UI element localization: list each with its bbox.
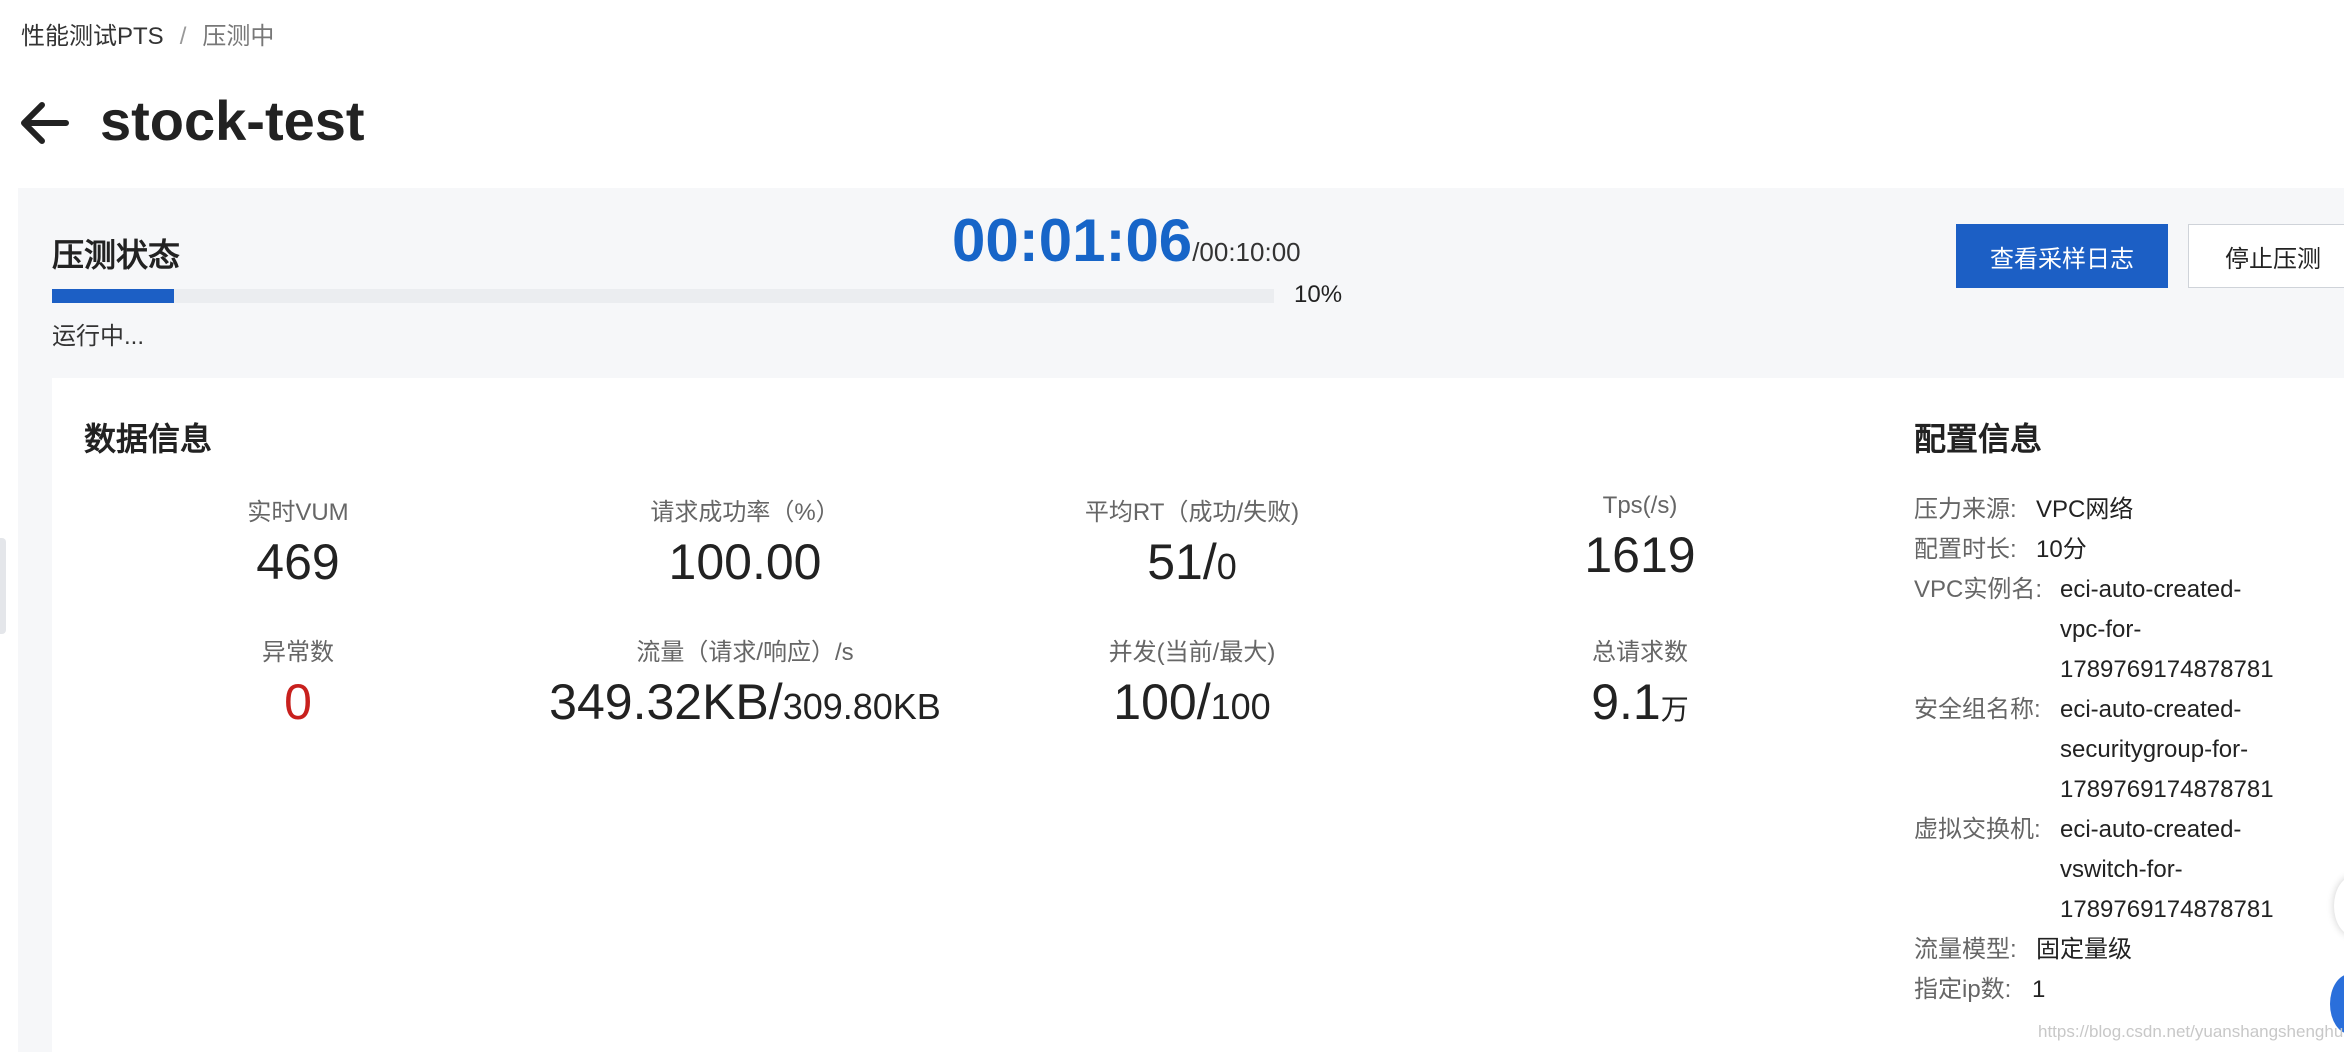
metric-label: 异常数 (262, 639, 334, 666)
metric-errors: 异常数 0 (78, 632, 518, 731)
config-value: 1 (2032, 976, 2046, 1003)
breadcrumb: 性能测试PTS / 压测中 (21, 16, 274, 51)
metric-value: 0 (284, 674, 312, 730)
arrow-left-icon (21, 102, 69, 144)
config-row-traffic-model: 流量模型: 固定量级 (1914, 930, 2132, 970)
elapsed-time: 00:01:06 (952, 207, 1193, 274)
metric-label: Tps(/s) (1602, 492, 1678, 519)
config-label: VPC实例名: (1914, 576, 2043, 603)
side-collapse-tab[interactable] (0, 538, 6, 634)
config-value: 固定量级 (2036, 936, 2132, 963)
config-row-vswitch: 虚拟交换机: eci-auto-created-vswitch-for- 17897… (1914, 810, 2274, 930)
metric-value: 9.1万 (1591, 674, 1689, 730)
metric-traffic: 流量（请求/响应）/s 349.32KB/309.80KB (525, 632, 965, 736)
metric-value: 349.32KB/309.80KB (549, 674, 941, 730)
metric-value: 1619 (1584, 527, 1696, 583)
config-value: eci-auto-created-securitygroup-for- 17897… (2060, 696, 2274, 803)
config-value: VPC网络 (2036, 496, 2134, 523)
timer: 00:01:06/00:10:00 (952, 206, 1301, 275)
view-sample-log-button[interactable]: 查看采样日志 (1956, 224, 2168, 288)
config-value: eci-auto-created-vpc-for- 178976917487878… (2060, 576, 2274, 683)
metric-avg-rt: 平均RT（成功/失败) 51/0 (972, 492, 1412, 596)
config-row-duration: 配置时长: 10分 (1914, 530, 2087, 570)
config-label: 压力来源: (1914, 496, 2017, 523)
config-label: 配置时长: (1914, 536, 2017, 563)
metric-concurrency: 并发(当前/最大) 100/100 (972, 632, 1412, 736)
stop-test-button[interactable]: 停止压测 (2188, 224, 2344, 288)
metric-tps: Tps(/s) 1619 (1420, 492, 1860, 584)
config-row-security-group: 安全组名称: eci-auto-created-securitygroup-for… (1914, 690, 2274, 810)
metric-value: 469 (256, 534, 340, 590)
run-status: 运行中... (52, 323, 145, 350)
metric-total-requests: 总请求数 9.1万 (1420, 632, 1860, 739)
status-title: 压测状态 (52, 237, 181, 273)
config-label: 虚拟交换机: (1914, 816, 2041, 843)
config-row-source: 压力来源: VPC网络 (1914, 490, 2133, 530)
metric-vum: 实时VUM 469 (78, 492, 518, 591)
breadcrumb-root[interactable]: 性能测试PTS (21, 23, 164, 50)
data-info-title: 数据信息 (84, 421, 213, 457)
page-title: stock-test (100, 89, 365, 152)
back-button[interactable] (16, 95, 72, 151)
breadcrumb-current: 压测中 (202, 23, 275, 50)
metric-label: 平均RT（成功/失败) (1084, 499, 1300, 526)
config-label: 指定ip数: (1914, 976, 2012, 1003)
metric-label: 请求成功率（%） (650, 499, 840, 526)
progress-percent: 10% (1294, 281, 1343, 308)
config-label: 流量模型: (1914, 936, 2017, 963)
metric-label: 实时VUM (247, 499, 349, 526)
config-row-vpc: VPC实例名: eci-auto-created-vpc-for- 17897691… (1914, 570, 2274, 690)
config-value: eci-auto-created-vswitch-for- 17897691748… (2060, 816, 2274, 923)
metric-label: 流量（请求/响应）/s (636, 639, 854, 666)
metric-value: 100/100 (1113, 674, 1271, 730)
config-row-ip-count: 指定ip数: 1 (1914, 970, 2045, 1010)
config-info-title: 配置信息 (1914, 421, 2043, 457)
config-label: 安全组名称: (1914, 696, 2041, 723)
metric-value: 51/0 (1147, 534, 1237, 590)
metric-value: 100.00 (668, 534, 822, 590)
progress-bar (52, 289, 1274, 303)
progress-fill (52, 289, 175, 303)
watermark: https://blog.csdn.net/yuanshangshenghuo (2038, 1022, 2344, 1041)
breadcrumb-separator: / (179, 23, 187, 50)
config-value: 10分 (2036, 536, 2087, 563)
metric-label: 并发(当前/最大) (1108, 639, 1276, 666)
metric-success-rate: 请求成功率（%） 100.00 (525, 492, 965, 591)
total-time: /00:10:00 (1192, 237, 1301, 267)
metric-label: 总请求数 (1592, 639, 1688, 666)
